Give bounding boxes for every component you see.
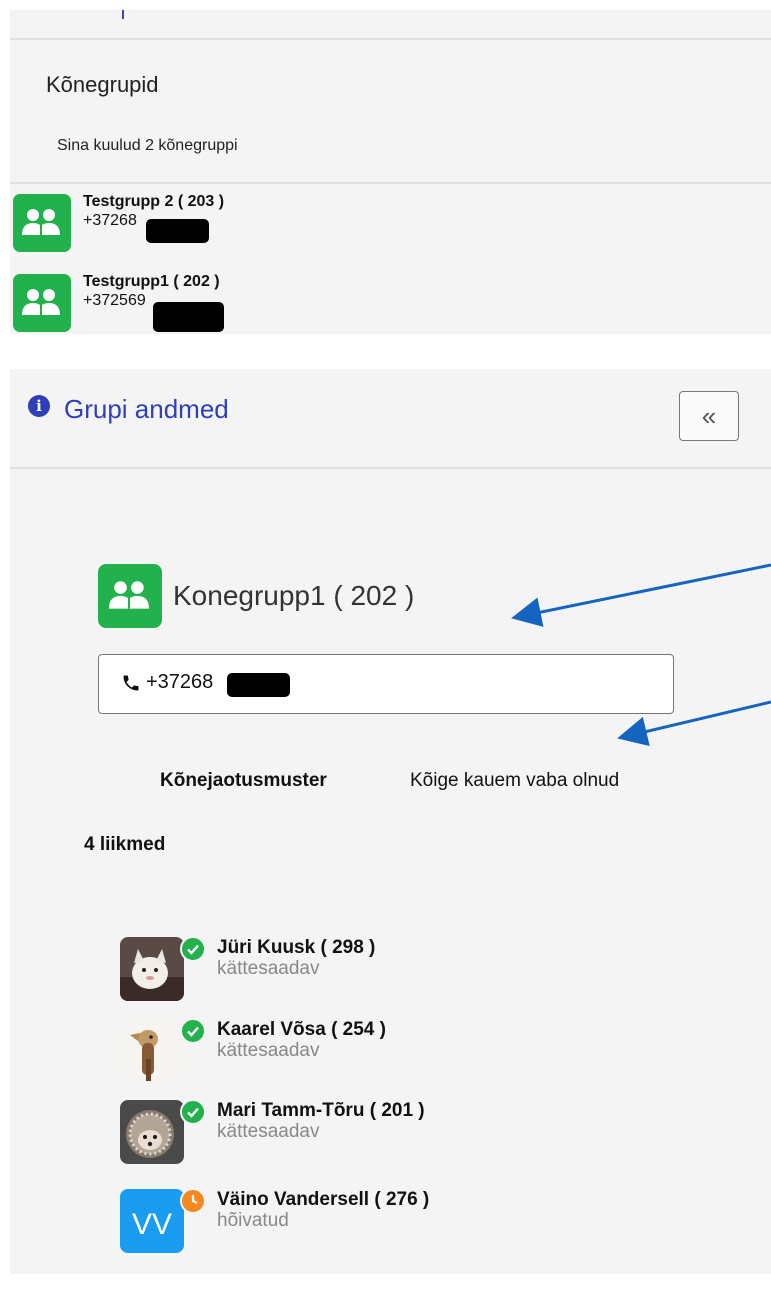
annotation-arrow [511,563,771,627]
annotation-arrows [511,563,771,747]
annotation-arrow [617,700,771,747]
